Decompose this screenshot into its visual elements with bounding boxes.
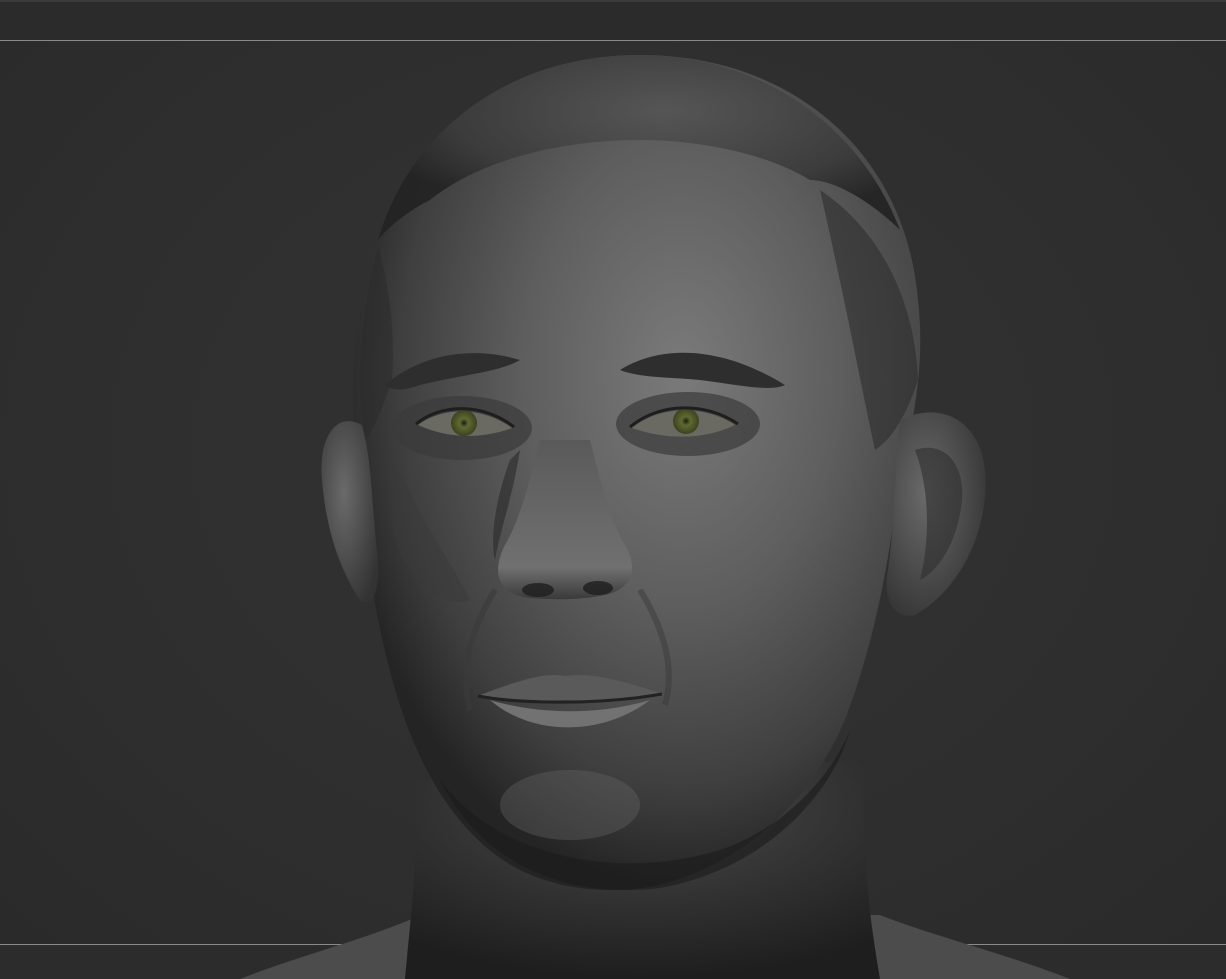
right-iris xyxy=(673,408,699,434)
chin-highlight xyxy=(500,770,640,840)
sculpt-application xyxy=(0,0,1226,979)
sculpted-head-model[interactable] xyxy=(0,0,1226,979)
left-nostril xyxy=(522,583,554,597)
right-nostril xyxy=(583,581,613,595)
left-iris xyxy=(451,410,477,436)
